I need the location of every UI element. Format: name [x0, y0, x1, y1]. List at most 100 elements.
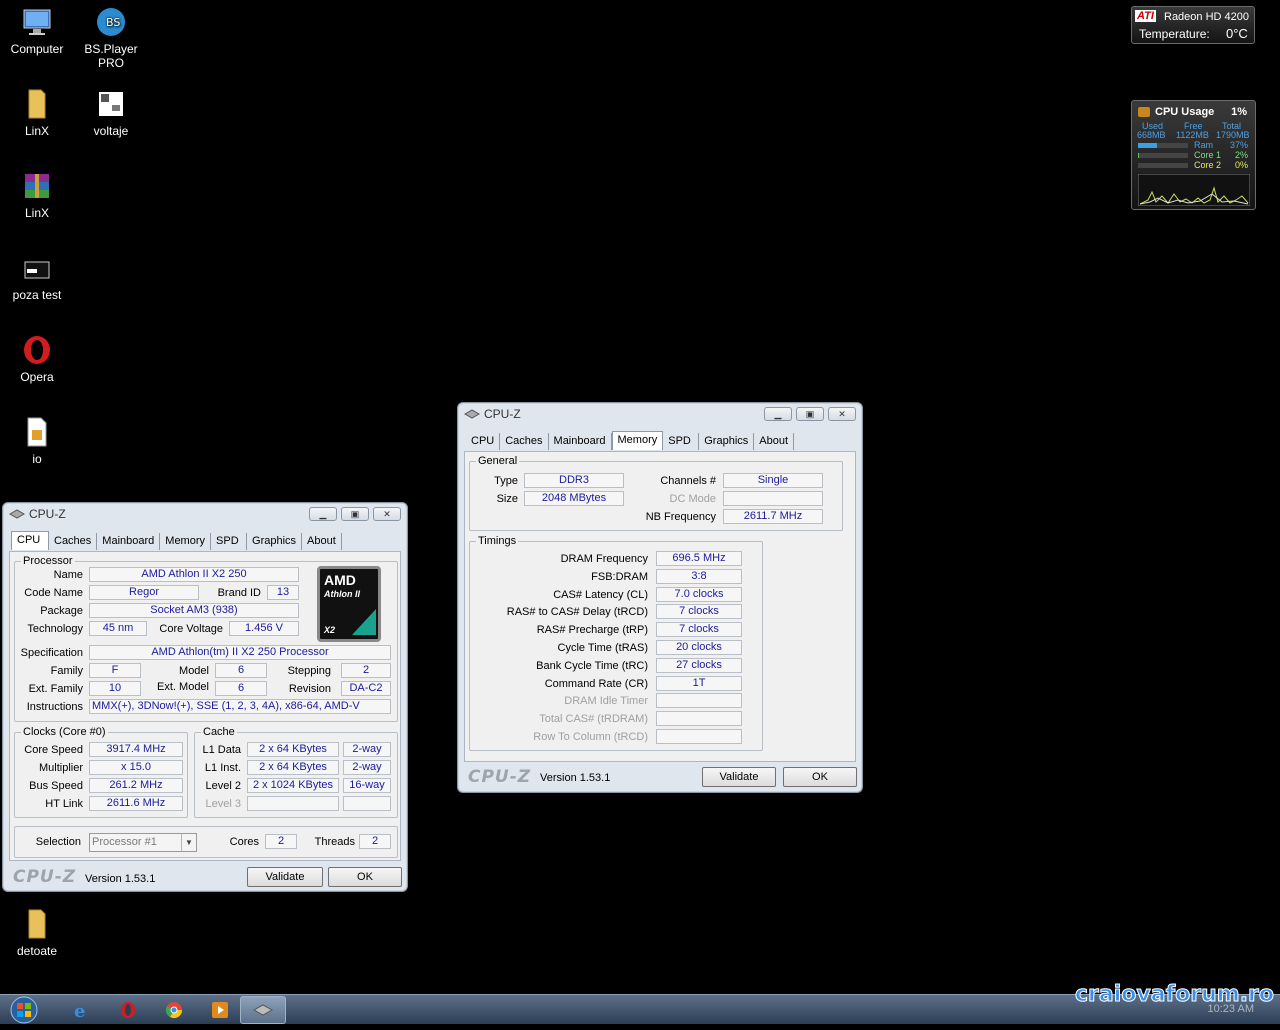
start-button[interactable] — [6, 995, 46, 1025]
timing-label: RAS# Precharge (tRP) — [536, 624, 648, 637]
desktop-icon-label: Opera — [20, 370, 54, 384]
tab-graphics[interactable]: Graphics — [247, 533, 303, 550]
package-value: Socket AM3 (938) — [89, 603, 299, 618]
core-speed-value: 3917.4 MHz — [89, 742, 183, 757]
svg-text:BS: BS — [106, 16, 120, 29]
free-value: 1122MB — [1176, 130, 1209, 140]
name-value: AMD Athlon II X2 250 — [89, 567, 299, 582]
desktop-icon-voltaje[interactable]: voltaje — [76, 88, 146, 138]
tab-memory[interactable]: Memory — [611, 431, 664, 450]
tab-caches[interactable]: Caches — [500, 433, 549, 450]
l1-data-label: L1 Data — [202, 744, 241, 756]
taskbar-opera-button[interactable] — [108, 997, 148, 1023]
ht-link-value: 2611.6 MHz — [89, 796, 183, 811]
tab-graphics[interactable]: Graphics — [699, 433, 755, 450]
family-value: F — [89, 663, 141, 678]
minimize-button[interactable]: ▁ — [309, 507, 337, 521]
tab-bar: CPU Caches Mainboard Memory SPD Graphics… — [466, 431, 795, 450]
desktop-icon-opera[interactable]: Opera — [2, 334, 72, 384]
taskbar-cpuz-button[interactable] — [240, 996, 286, 1024]
taskbar-chrome-button[interactable] — [154, 997, 194, 1023]
tab-about[interactable]: About — [302, 533, 342, 550]
media-player-icon — [212, 1002, 228, 1018]
core-voltage-label: Core Voltage — [159, 623, 223, 635]
version-label: Version 1.53.1 — [540, 772, 611, 784]
gpu-model: Radeon HD 4200 — [1164, 11, 1250, 23]
tab-spd[interactable]: SPD — [663, 433, 700, 450]
processor-select[interactable]: Processor #1 ▼ — [89, 833, 197, 852]
cpuz-cpu-window[interactable]: CPU-Z ▁ ▣ ✕ CPU Caches Mainboard Memory … — [2, 502, 408, 892]
l1-data-value: 2 x 64 KBytes — [247, 742, 339, 757]
technology-label: Technology — [27, 623, 83, 635]
level2-label: Level 2 — [205, 780, 241, 792]
ok-button[interactable]: OK — [328, 867, 402, 887]
used-value: 668MB — [1137, 130, 1166, 140]
timing-value: 7 clocks — [656, 604, 742, 620]
clocks-group: Clocks (Core #0) Core Speed 3917.4 MHz M… — [14, 726, 188, 818]
channels-value: Single — [723, 473, 823, 488]
clocks-label: Clocks (Core #0) — [21, 726, 108, 738]
timing-value: 20 clocks — [656, 640, 742, 655]
model-value: 6 — [215, 663, 267, 678]
nb-frequency-label: NB Frequency — [645, 511, 716, 523]
cpuz-memory-window[interactable]: CPU-Z ▁ ▣ ✕ CPU Caches Mainboard Memory … — [457, 402, 863, 793]
tab-cpu[interactable]: CPU — [466, 433, 501, 450]
instructions-value: MMX(+), 3DNow!(+), SSE (1, 2, 3, 4A), x8… — [89, 699, 391, 714]
close-button[interactable]: ✕ — [373, 507, 401, 521]
desktop-icon-bsplayer[interactable]: BS BS.Player PRO — [76, 6, 146, 70]
title-bar[interactable]: CPU-Z ▁ ▣ ✕ — [3, 503, 407, 525]
cpu-usage-gadget[interactable]: CPU Usage 1% Used Free Total 668MB 1122M… — [1131, 100, 1256, 210]
desktop-icon-linx-folder[interactable]: LinX — [2, 88, 72, 138]
desktop-icon-computer[interactable]: Computer — [2, 6, 72, 56]
folder-icon — [28, 909, 46, 939]
tab-memory[interactable]: Memory — [160, 533, 212, 550]
gpu-temperature-gadget[interactable]: ATI Radeon HD 4200 Temperature: 0°C — [1131, 6, 1255, 44]
ram-percent: 37% — [1229, 140, 1248, 150]
revision-value: DA-C2 — [341, 681, 391, 696]
tab-mainboard[interactable]: Mainboard — [97, 533, 161, 550]
core1-percent: 2% — [1234, 150, 1248, 160]
threads-label: Threads — [314, 836, 355, 848]
minimize-button[interactable]: ▁ — [764, 407, 792, 421]
svg-text:e: e — [74, 1001, 85, 1022]
tab-mainboard[interactable]: Mainboard — [549, 433, 612, 450]
technology-value: 45 nm — [89, 621, 147, 636]
tab-caches[interactable]: Caches — [49, 533, 98, 550]
tab-cpu[interactable]: CPU — [11, 531, 49, 550]
cpuz-logo: CPU-Z — [13, 867, 77, 887]
opera-icon — [24, 336, 50, 364]
tab-spd[interactable]: SPD — [211, 533, 248, 550]
brand-id-label: Brand ID — [217, 587, 261, 599]
restore-button[interactable]: ▣ — [341, 507, 369, 521]
l1-inst-assoc: 2-way — [343, 760, 391, 775]
timings-group: Timings DRAM Frequency 696.5 MHz FSB:DRAM 3… — [469, 535, 763, 751]
desktop-icon-label: LinX — [24, 206, 50, 220]
core1-bar — [1138, 153, 1188, 158]
ht-link-label: HT Link — [45, 798, 83, 810]
validate-button[interactable]: Validate — [702, 767, 776, 787]
cpuz-logo: CPU-Z — [468, 767, 532, 787]
close-button[interactable]: ✕ — [828, 407, 856, 421]
temperature-label: Temperature: — [1139, 27, 1210, 41]
channels-label: Channels # — [660, 475, 716, 487]
timing-value — [656, 729, 742, 744]
watermark-text: craiovaforum.ro — [1074, 982, 1275, 1008]
desktop-icon-detoate[interactable]: detoate — [2, 908, 72, 958]
timing-label: CAS# Latency (CL) — [553, 588, 648, 601]
taskbar-ie-button[interactable]: e — [62, 997, 102, 1023]
desktop-icon-io[interactable]: io — [2, 416, 72, 466]
timing-label: RAS# to CAS# Delay (tRCD) — [506, 606, 648, 619]
cpu-usage-percent: 1% — [1231, 106, 1247, 118]
tab-about[interactable]: About — [754, 433, 795, 450]
restore-button[interactable]: ▣ — [796, 407, 824, 421]
desktop-icon-poza-test[interactable]: poza test — [2, 252, 72, 302]
chevron-down-icon[interactable]: ▼ — [181, 834, 196, 851]
desktop-icon-linx-archive[interactable]: LinX — [2, 170, 72, 220]
title-bar[interactable]: CPU-Z ▁ ▣ ✕ — [458, 403, 862, 425]
timing-label: Cycle Time (tRAS) — [557, 642, 648, 654]
ok-button[interactable]: OK — [783, 767, 857, 787]
taskbar-media-player-button[interactable] — [200, 997, 240, 1023]
computer-icon — [23, 9, 51, 35]
document-icon — [27, 417, 47, 447]
validate-button[interactable]: Validate — [247, 867, 323, 887]
